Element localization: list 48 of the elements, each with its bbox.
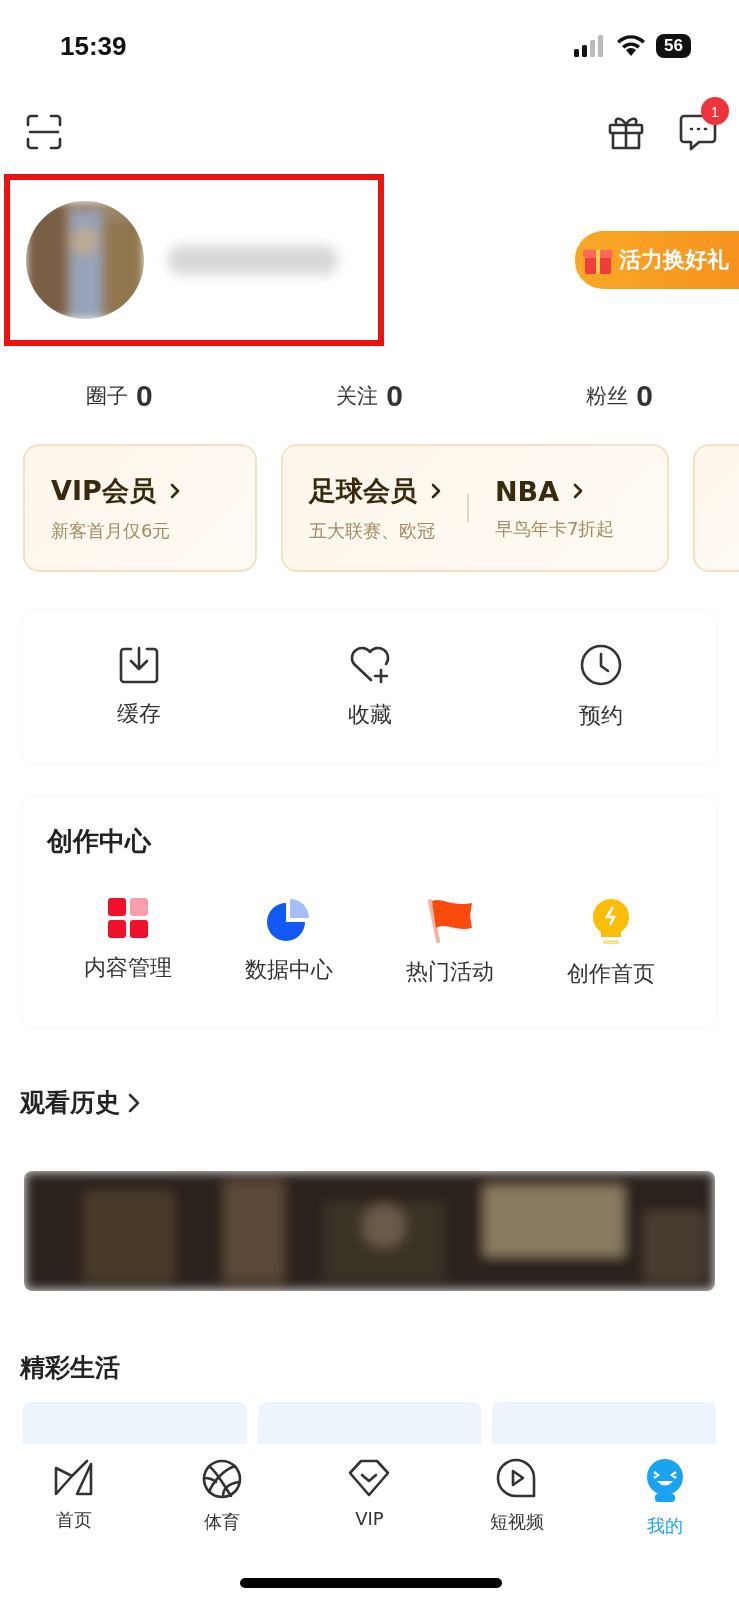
stat-count: 0 xyxy=(636,379,653,413)
quick-action-label[interactable]: 收藏 xyxy=(347,700,392,730)
membership-card[interactable]: 足球会员 五大联赛、欧冠 NBA 早鸟年卡7折起 xyxy=(281,444,669,572)
membership-title: NBA xyxy=(495,475,560,507)
tab-item[interactable]: 体育 xyxy=(147,1458,296,1554)
section-title: 创作中心 xyxy=(47,826,151,856)
download-icon xyxy=(117,645,160,685)
membership-subtitle: 新客首月仅6元 xyxy=(51,519,172,543)
section-title: 精彩生活 xyxy=(20,1353,120,1382)
lightbulb-icon xyxy=(591,897,632,945)
promo-text: 活力换好礼 xyxy=(619,246,729,274)
pie-chart-icon xyxy=(266,897,311,941)
scan-icon[interactable] xyxy=(26,114,62,150)
tab-item[interactable]: 首页 xyxy=(0,1458,148,1554)
battery-level: 56 xyxy=(656,34,691,58)
creation-item-label[interactable]: 创作首页 xyxy=(567,959,656,989)
chevron-right-icon[interactable] xyxy=(128,1092,140,1113)
creation-item-label[interactable]: 数据中心 xyxy=(244,955,333,985)
membership-title: VIP会员 xyxy=(51,474,156,508)
membership-card[interactable]: VIP会员 新客首月仅6元 xyxy=(23,444,257,572)
stat-count: 0 xyxy=(386,379,403,413)
membership-subtitle: 早鸟年卡7折起 xyxy=(495,516,615,541)
message-badge: 1 xyxy=(701,97,729,125)
creation-item-label[interactable]: 内容管理 xyxy=(83,953,172,983)
clock-icon xyxy=(578,643,623,687)
grid-icon xyxy=(106,897,149,939)
home-logo-icon xyxy=(52,1458,95,1498)
membership-subtitle: 五大联赛、欧冠 xyxy=(309,519,436,543)
wifi-icon xyxy=(616,35,647,57)
tab-item[interactable]: 短视频 xyxy=(443,1458,592,1554)
creation-item-label[interactable]: 热门活动 xyxy=(406,957,495,987)
smiley-face-icon xyxy=(645,1458,686,1504)
quick-action-label[interactable]: 预约 xyxy=(578,701,623,731)
section-title[interactable]: 观看历史 xyxy=(20,1086,120,1119)
quick-action-label[interactable]: 缓存 xyxy=(116,699,161,729)
basketball-icon xyxy=(200,1458,243,1500)
chevron-right-icon xyxy=(431,483,441,499)
shield-chevron-icon xyxy=(347,1458,392,1498)
chevron-right-icon xyxy=(169,483,180,499)
status-time: 15:39 xyxy=(60,30,127,62)
stat-label[interactable]: 关注 xyxy=(336,382,379,410)
stat-label[interactable]: 圈子 xyxy=(86,382,128,410)
tab-item[interactable]: VIP xyxy=(295,1458,444,1554)
membership-title: 足球会员 xyxy=(309,474,417,508)
stat-count: 0 xyxy=(136,379,153,413)
flag-icon xyxy=(426,897,475,943)
chevron-right-icon xyxy=(573,483,584,499)
stat-label[interactable]: 粉丝 xyxy=(586,382,629,410)
